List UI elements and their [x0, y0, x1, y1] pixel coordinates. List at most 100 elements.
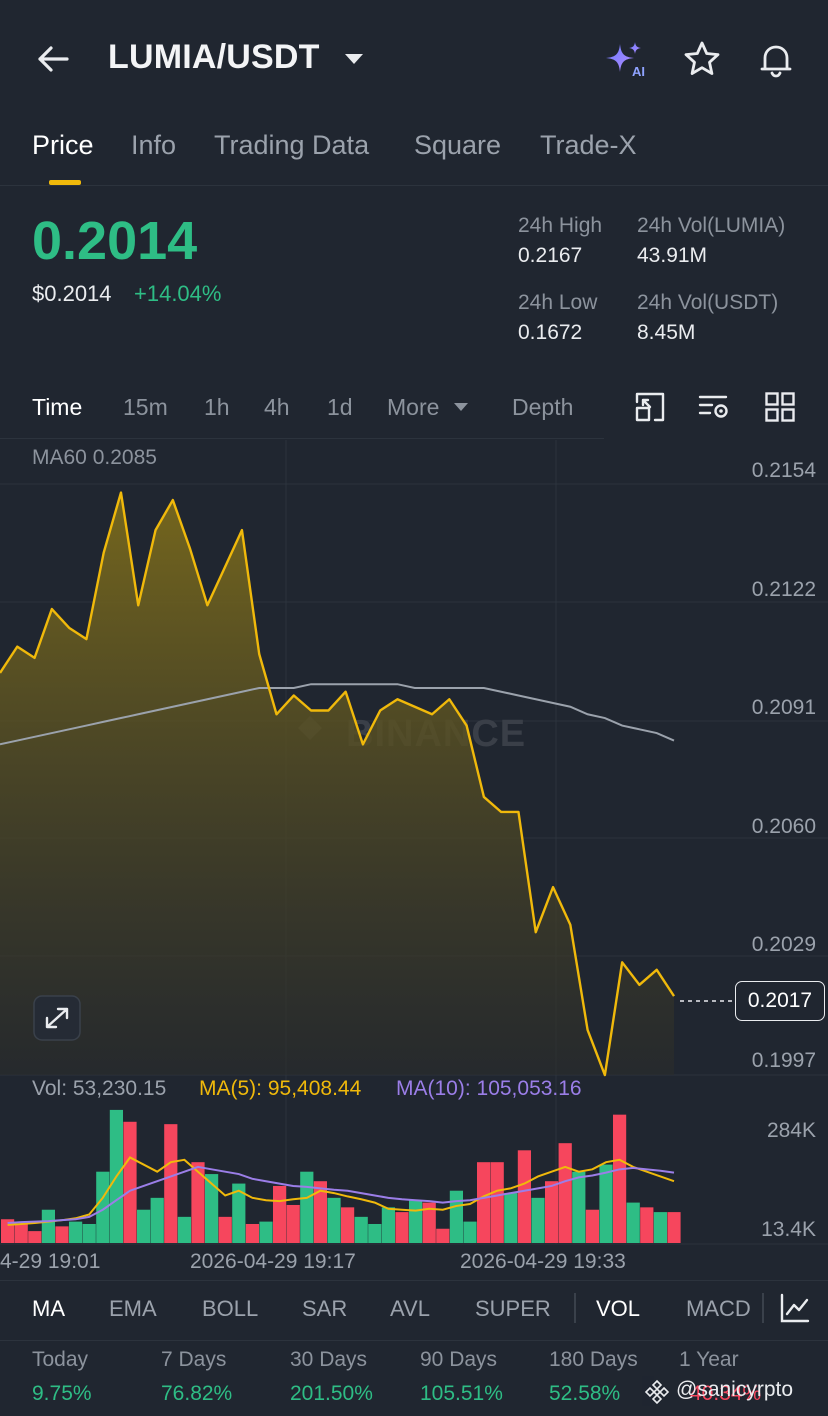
- pair-title[interactable]: LUMIA/USDT: [108, 38, 320, 77]
- volume-bar: [82, 1223, 96, 1243]
- indicator-separator: [762, 1293, 764, 1323]
- indicator-macd[interactable]: MACD: [686, 1296, 751, 1322]
- volume-bar: [327, 1197, 341, 1243]
- interval-depth[interactable]: Depth: [512, 394, 573, 421]
- volume-bar: [164, 1124, 178, 1243]
- volume-bar: [381, 1207, 395, 1243]
- interval-4h[interactable]: 4h: [264, 394, 290, 421]
- star-icon[interactable]: [683, 40, 721, 78]
- volume-bar: [259, 1221, 273, 1243]
- tab-trade-x[interactable]: Trade-X: [540, 130, 637, 161]
- y-axis-tick: 0.2091: [751, 696, 816, 719]
- price-area: [0, 492, 674, 1076]
- volume-bar: [354, 1216, 368, 1243]
- dropdown-caret-icon[interactable]: [343, 52, 365, 66]
- volume-bar: [286, 1204, 300, 1243]
- volume-bar: [463, 1221, 477, 1243]
- interval-1h[interactable]: 1h: [204, 394, 230, 421]
- volume-bar: [517, 1150, 531, 1243]
- indicator-super[interactable]: SUPER: [475, 1296, 551, 1322]
- price-chart[interactable]: BINANCE: [0, 438, 828, 1248]
- volume-min-label: 13.4K: [761, 1218, 816, 1241]
- volume-bar: [123, 1121, 137, 1243]
- indicator-boll[interactable]: BOLL: [202, 1296, 258, 1322]
- volume-bar: [572, 1171, 586, 1243]
- binance-logo-icon: [644, 1379, 670, 1405]
- interval-time[interactable]: Time: [32, 394, 82, 421]
- stat-24h-low-value: 0.1672: [518, 321, 583, 344]
- tab-info[interactable]: Info: [131, 130, 176, 161]
- volume-bar: [545, 1181, 559, 1243]
- volume-bar: [341, 1207, 355, 1243]
- indicator-ema[interactable]: EMA: [109, 1296, 157, 1322]
- price-change-percent: +14.04%: [134, 281, 222, 306]
- indicator-vol[interactable]: VOL: [596, 1296, 640, 1322]
- perf-label: 90 Days: [420, 1348, 498, 1371]
- perf-value: 9.75%: [32, 1382, 92, 1405]
- interval-1d[interactable]: 1d: [327, 394, 353, 421]
- divider: [0, 1280, 828, 1281]
- volume-bar: [69, 1221, 83, 1243]
- x-axis-tick: 2026-04-29 19:17: [190, 1250, 356, 1273]
- volume-bar: [218, 1216, 232, 1243]
- current-price-tag: 0.2017: [735, 981, 825, 1021]
- volume-bar: [368, 1223, 382, 1243]
- bell-icon[interactable]: [756, 40, 796, 80]
- volume-bar: [191, 1162, 205, 1243]
- back-arrow-icon[interactable]: [34, 40, 72, 78]
- indicator-chart-icon[interactable]: [779, 1292, 811, 1324]
- indicator-sar[interactable]: SAR: [302, 1296, 347, 1322]
- perf-value: 52.58%: [549, 1382, 621, 1405]
- indicator-avl[interactable]: AVL: [390, 1296, 430, 1322]
- volume-bar: [245, 1223, 259, 1243]
- volume-bar: [137, 1209, 151, 1243]
- tab-price[interactable]: Price: [32, 130, 94, 161]
- usd-price: $0.2014: [32, 281, 112, 306]
- perf-label: 180 Days: [549, 1348, 638, 1371]
- perf-value: 201.50%: [290, 1382, 373, 1405]
- volume-ma5-label: MA(5): 95,408.44: [199, 1077, 362, 1100]
- volume-bar: [613, 1114, 627, 1243]
- volume-bar: [28, 1231, 42, 1243]
- stat-24h-vol-quote-label: 24h Vol(USDT): [637, 291, 779, 314]
- volume-bar: [640, 1207, 654, 1243]
- perf-label: 7 Days: [161, 1348, 227, 1371]
- volume-bar: [504, 1193, 518, 1243]
- indicator-ma[interactable]: MA: [32, 1296, 65, 1322]
- perf-value: 105.51%: [420, 1382, 503, 1405]
- perf-value: 76.82%: [161, 1382, 233, 1405]
- stat-24h-vol-quote-value: 8.45M: [637, 321, 696, 344]
- volume-bar: [273, 1185, 287, 1243]
- volume-bar: [41, 1209, 55, 1243]
- y-axis-tick: 0.1997: [751, 1049, 816, 1072]
- volume-max-label: 284K: [766, 1119, 816, 1142]
- tab-trading-data[interactable]: Trading Data: [214, 130, 369, 161]
- grid-layout-icon[interactable]: [764, 391, 796, 423]
- volume-bar: [667, 1212, 681, 1243]
- watermark-handle: @sanicyrpto: [676, 1378, 794, 1401]
- more-caret-icon[interactable]: [453, 402, 469, 412]
- user-watermark: @sanicyrpto: [642, 1376, 793, 1406]
- interval-15m[interactable]: 15m: [123, 394, 168, 421]
- last-price: 0.2014: [32, 211, 198, 271]
- stat-24h-high-label: 24h High: [518, 214, 603, 237]
- perf-label: 30 Days: [290, 1348, 368, 1371]
- stat-24h-low-label: 24h Low: [518, 291, 598, 314]
- volume-bar: [653, 1212, 667, 1243]
- volume-bar: [585, 1209, 599, 1243]
- y-axis-tick: 0.2154: [751, 459, 816, 482]
- y-axis-tick: 0.2122: [751, 578, 816, 601]
- volume-bar: [477, 1162, 491, 1243]
- expand-chart-icon[interactable]: [33, 995, 81, 1041]
- volume-bar: [490, 1162, 504, 1243]
- volume-bar: [150, 1197, 164, 1243]
- chart-settings-icon[interactable]: [698, 391, 732, 423]
- ai-sparkle-icon[interactable]: AI: [604, 40, 650, 80]
- interval-more[interactable]: More: [387, 394, 439, 421]
- tab-square[interactable]: Square: [414, 130, 501, 161]
- perf-label: Today: [32, 1348, 89, 1371]
- stat-24h-vol-base-value: 43.91M: [637, 244, 708, 267]
- ma60-label: MA60 0.2085: [32, 446, 157, 469]
- fullscreen-toggle-icon[interactable]: [634, 391, 666, 423]
- volume-label: Vol: 53,230.15: [32, 1077, 167, 1100]
